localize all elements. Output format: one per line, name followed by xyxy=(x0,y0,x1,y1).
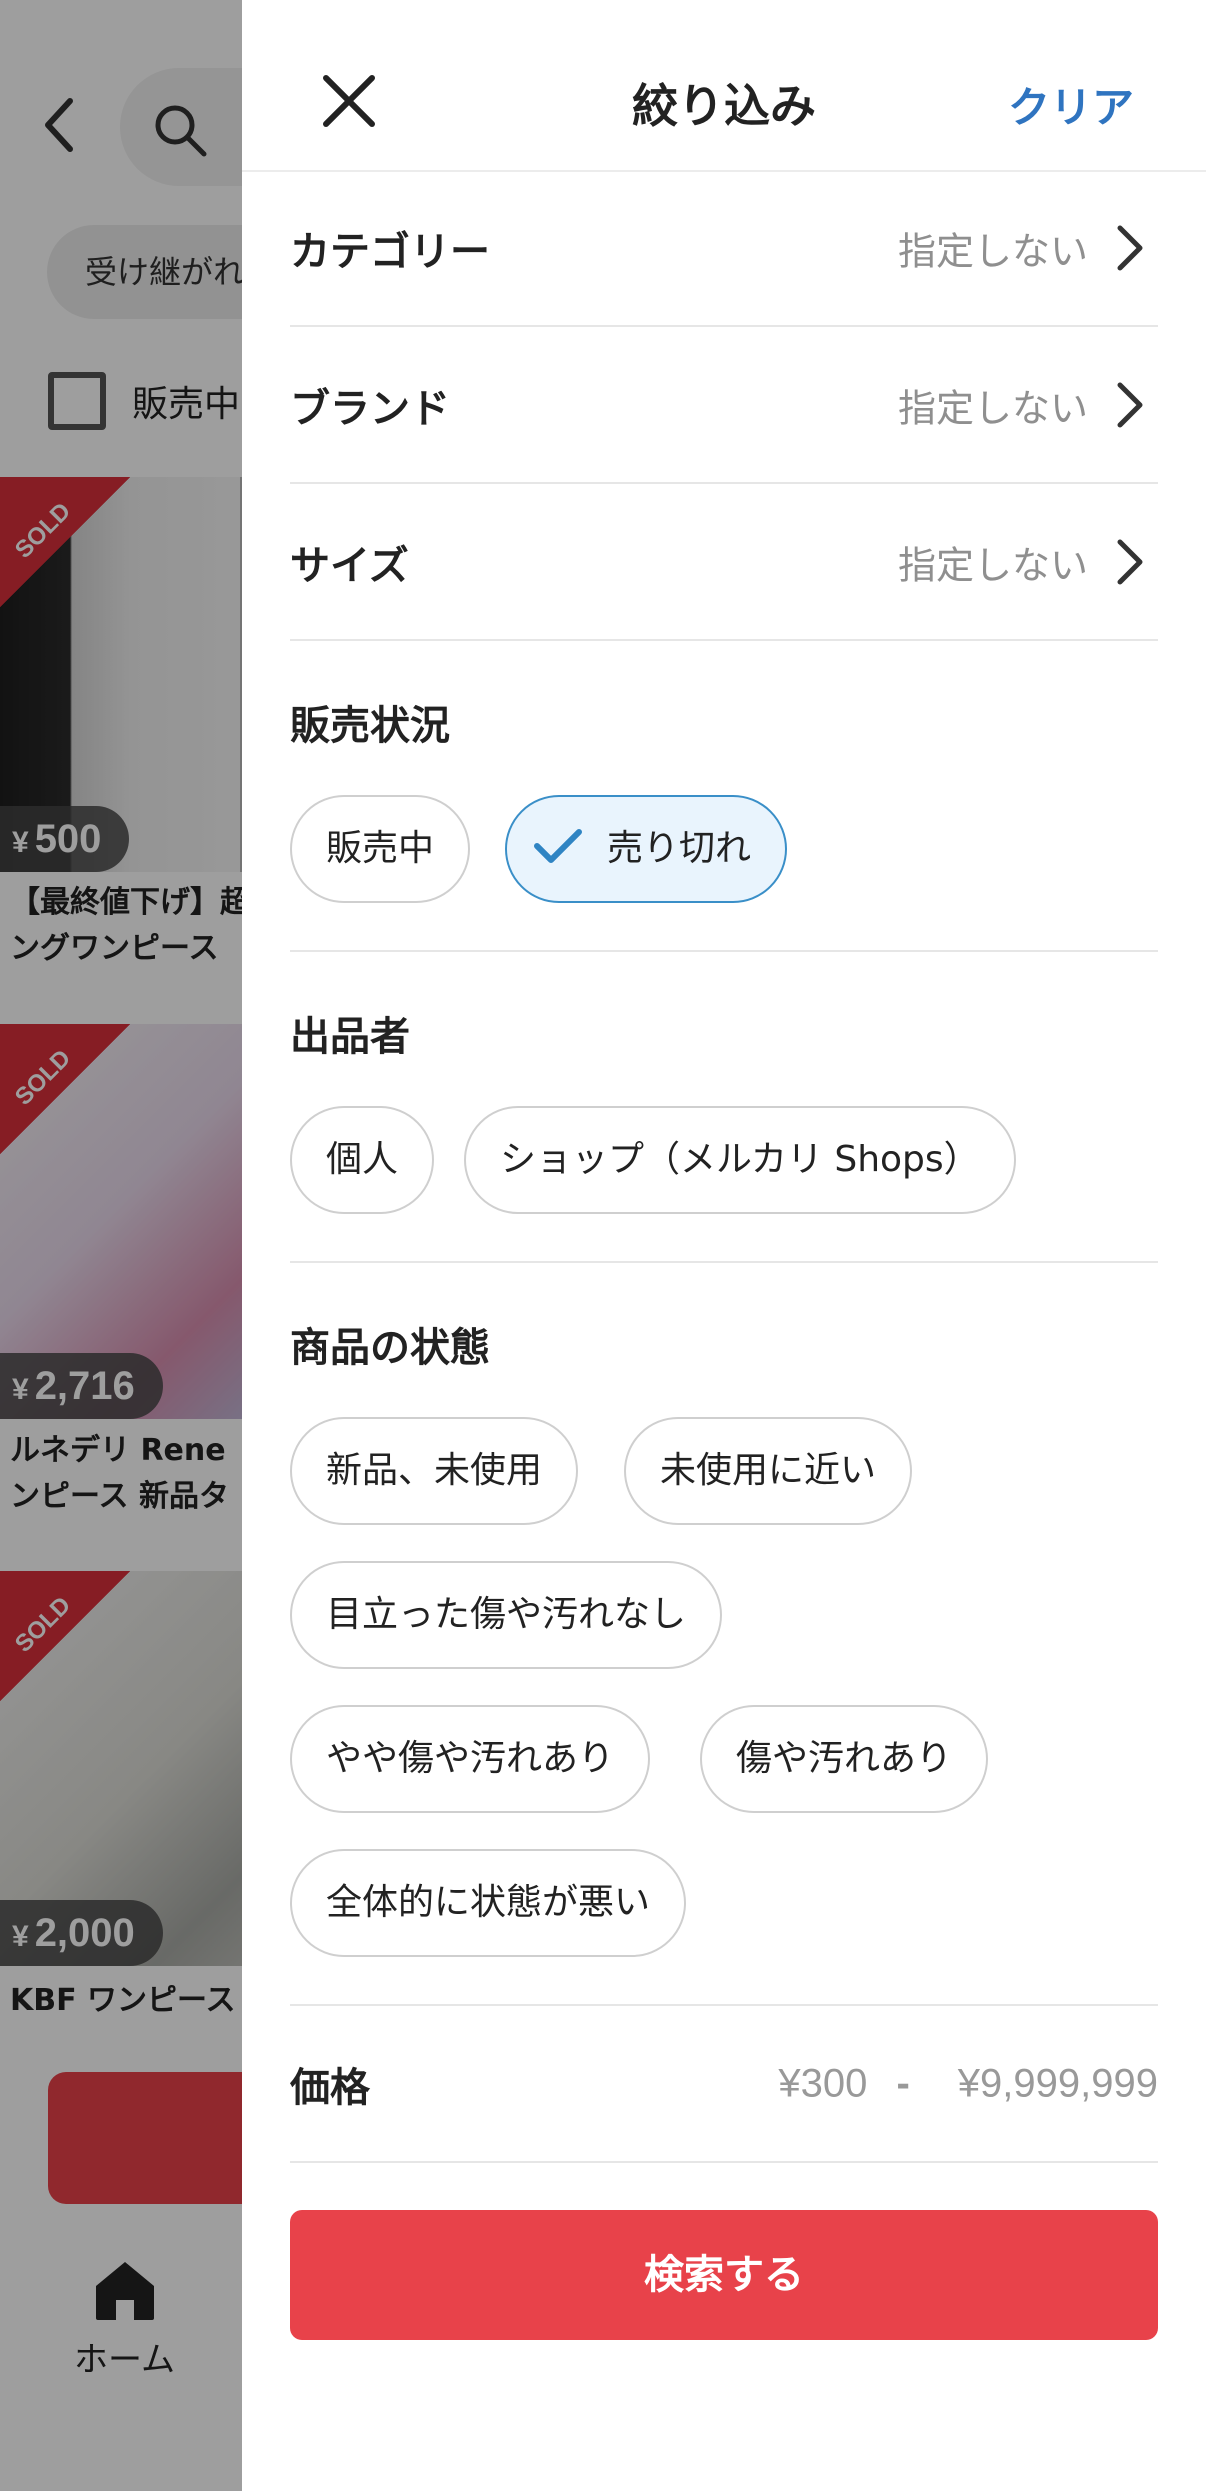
filter-row-value: 指定しない xyxy=(897,543,1088,587)
seller-section: 出品者 個人 ショップ（メルカリ Shops） xyxy=(290,952,1158,1263)
filter-row-label: ブランド xyxy=(290,385,450,432)
filter-pill-condition[interactable]: 目立った傷や汚れなし xyxy=(290,1561,723,1669)
clear-button[interactable]: クリア xyxy=(1008,74,1134,135)
pill-label: 目立った傷や汚れなし xyxy=(326,1594,687,1635)
filter-row-category[interactable]: カテゴリー 指定しない xyxy=(290,170,1158,327)
filter-pill-condition[interactable]: 新品、未使用 xyxy=(290,1417,579,1525)
pill-label: 全体的に状態が悪い xyxy=(326,1882,651,1923)
section-title: 商品の状態 xyxy=(290,1325,490,1371)
filter-pill-condition[interactable]: 未使用に近い xyxy=(624,1417,913,1525)
pill-label: やや傷や汚れあり xyxy=(326,1738,615,1779)
chevron-right-icon xyxy=(1117,382,1143,427)
price-max[interactable]: ¥9,999,999 xyxy=(958,2061,1158,2105)
filter-row-value: 指定しない xyxy=(897,386,1088,430)
filter-row-label: カテゴリー xyxy=(290,228,490,275)
filter-row-value: 指定しない xyxy=(897,229,1088,273)
filter-pill-shops[interactable]: ショップ（メルカリ Shops） xyxy=(464,1106,1016,1214)
checkmark-icon xyxy=(534,829,582,863)
price-filter-row[interactable]: 価格 ¥300 - ¥9,999,999 xyxy=(290,2006,1158,2163)
pill-label: 新品、未使用 xyxy=(326,1450,543,1491)
sales-status-section: 販売状況 販売中 売り切れ xyxy=(290,641,1158,952)
filter-row-label: サイズ xyxy=(290,542,409,589)
chevron-right-icon xyxy=(1117,539,1143,584)
price-label: 価格 xyxy=(290,2064,370,2111)
pill-label: 傷や汚れあり xyxy=(736,1738,953,1779)
drawer-header: 絞り込み クリア xyxy=(242,0,1206,172)
section-title: 販売状況 xyxy=(290,703,450,749)
filter-pill-individual[interactable]: 個人 xyxy=(290,1106,435,1214)
condition-section: 商品の状態 新品、未使用 未使用に近い 目立った傷や汚れなし やや傷や汚れあり … xyxy=(290,1263,1158,2006)
filter-drawer: 絞り込み クリア カテゴリー 指定しない ブランド 指定しない サイズ 指定しな… xyxy=(242,0,1206,2491)
filter-pill-condition[interactable]: やや傷や汚れあり xyxy=(290,1705,651,1813)
price-min[interactable]: ¥300 xyxy=(778,2061,867,2105)
chevron-right-icon xyxy=(1117,225,1143,270)
filter-row-brand[interactable]: ブランド 指定しない xyxy=(290,327,1158,484)
filter-pill-on-sale[interactable]: 販売中 xyxy=(290,795,471,903)
price-range: ¥300 - ¥9,999,999 xyxy=(778,2061,1158,2106)
pill-label: ショップ（メルカリ Shops） xyxy=(500,1139,980,1180)
filter-pill-condition[interactable]: 全体的に状態が悪い xyxy=(290,1849,687,1957)
filter-pill-sold-out[interactable]: 売り切れ xyxy=(505,795,788,903)
filter-pill-condition[interactable]: 傷や汚れあり xyxy=(700,1705,989,1813)
pill-label: 未使用に近い xyxy=(660,1450,877,1491)
section-title: 出品者 xyxy=(290,1014,410,1060)
pill-label: 個人 xyxy=(326,1139,399,1180)
filter-row-size[interactable]: サイズ 指定しない xyxy=(290,484,1158,641)
price-separator: - xyxy=(896,2061,910,2105)
pill-label: 売り切れ xyxy=(607,828,752,869)
pill-label: 販売中 xyxy=(326,828,435,869)
search-button[interactable]: 検索する xyxy=(290,2210,1158,2340)
